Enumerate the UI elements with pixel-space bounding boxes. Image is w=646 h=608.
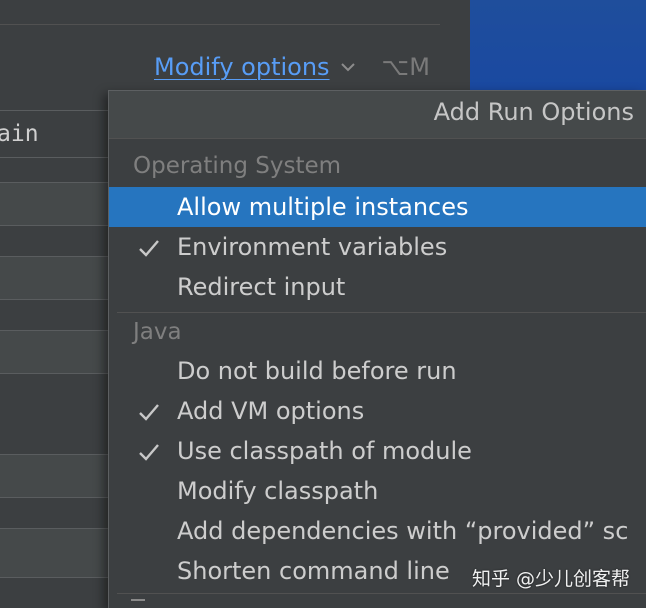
check-icon xyxy=(139,240,159,257)
main-class-field[interactable]: ain xyxy=(0,110,108,158)
check-icon xyxy=(139,444,159,461)
menu-item-allow-multiple-instances[interactable]: Allow multiple instances xyxy=(109,187,646,227)
background-window xyxy=(470,0,646,90)
main-class-value: ain xyxy=(0,121,39,147)
menu-item-label: Add dependencies with “provided” sc xyxy=(177,517,629,545)
menu-item-label: Add VM options xyxy=(177,397,365,425)
menu-item-label: Redirect input xyxy=(177,273,346,301)
menu-item-do-not-build-before-run[interactable]: Do not build before run xyxy=(109,351,646,391)
modify-options-link[interactable]: Modify options xyxy=(154,53,330,81)
group-separator xyxy=(117,593,646,594)
menu-item-label: Use classpath of module xyxy=(177,437,472,465)
menu-item-label: Allow multiple instances xyxy=(177,193,469,221)
menu-item-add-vm-options[interactable]: Add VM options xyxy=(109,391,646,431)
menu-item-label: Modify classpath xyxy=(177,477,379,505)
menu-item-modify-classpath[interactable]: Modify classpath xyxy=(109,471,646,511)
menu-item-label: Environment variables xyxy=(177,233,448,261)
next-group-title-partial xyxy=(131,599,145,607)
group-title-operating-system: Operating System xyxy=(133,153,342,179)
form-field[interactable] xyxy=(0,454,108,498)
check-icon xyxy=(139,404,159,421)
popup-title: Add Run Options xyxy=(433,98,634,126)
group-separator xyxy=(117,312,646,313)
menu-item-label: Do not build before run xyxy=(177,357,457,385)
form-field[interactable] xyxy=(0,256,108,300)
add-run-options-popup: Add Run Options Operating System Allow m… xyxy=(108,90,646,608)
chevron-down-icon[interactable] xyxy=(338,57,358,77)
form-field[interactable] xyxy=(0,330,108,374)
modify-options-shortcut: ⌥M xyxy=(381,53,430,81)
divider xyxy=(0,24,440,25)
menu-item-add-dependencies-with-provided-scope[interactable]: Add dependencies with “provided” sc xyxy=(109,511,646,551)
menu-item-use-classpath-of-module[interactable]: Use classpath of module xyxy=(109,431,646,471)
group-title-java: Java xyxy=(133,319,182,345)
form-field[interactable] xyxy=(0,528,108,578)
menu-item-environment-variables[interactable]: Environment variables xyxy=(109,227,646,267)
form-field[interactable] xyxy=(0,182,108,226)
modify-options[interactable]: Modify options ⌥M xyxy=(154,50,430,84)
menu-item-label: Shorten command line xyxy=(177,557,450,585)
menu-item-redirect-input[interactable]: Redirect input xyxy=(109,267,646,307)
watermark: 知乎 @少儿创客帮 xyxy=(471,568,630,590)
popup-header: Add Run Options xyxy=(109,91,646,139)
